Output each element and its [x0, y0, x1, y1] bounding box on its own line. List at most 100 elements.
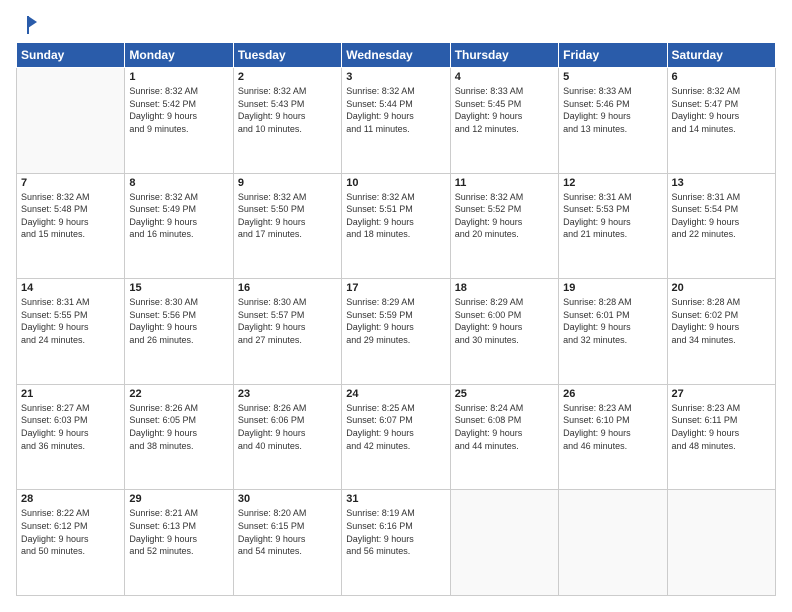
cell-content: Sunrise: 8:28 AMSunset: 6:01 PMDaylight:… — [563, 296, 662, 346]
cell-content: Sunrise: 8:30 AMSunset: 5:56 PMDaylight:… — [129, 296, 228, 346]
cell-content: Sunrise: 8:23 AMSunset: 6:10 PMDaylight:… — [563, 402, 662, 452]
day-number: 13 — [672, 177, 771, 189]
cell-content: Sunrise: 8:33 AMSunset: 5:45 PMDaylight:… — [455, 85, 554, 135]
header — [16, 16, 776, 32]
cell-content: Sunrise: 8:21 AMSunset: 6:13 PMDaylight:… — [129, 507, 228, 557]
cell-content: Sunrise: 8:23 AMSunset: 6:11 PMDaylight:… — [672, 402, 771, 452]
cell-content: Sunrise: 8:31 AMSunset: 5:54 PMDaylight:… — [672, 191, 771, 241]
calendar-cell: 26 Sunrise: 8:23 AMSunset: 6:10 PMDayligh… — [559, 384, 667, 490]
calendar-header-thursday: Thursday — [450, 43, 558, 68]
cell-content: Sunrise: 8:32 AMSunset: 5:52 PMDaylight:… — [455, 191, 554, 241]
cell-content: Sunrise: 8:27 AMSunset: 6:03 PMDaylight:… — [21, 402, 120, 452]
calendar-cell: 25 Sunrise: 8:24 AMSunset: 6:08 PMDayligh… — [450, 384, 558, 490]
cell-content: Sunrise: 8:32 AMSunset: 5:51 PMDaylight:… — [346, 191, 445, 241]
calendar-week-row: 21 Sunrise: 8:27 AMSunset: 6:03 PMDayligh… — [17, 384, 776, 490]
cell-content: Sunrise: 8:19 AMSunset: 6:16 PMDaylight:… — [346, 507, 445, 557]
day-number: 4 — [455, 71, 554, 83]
cell-content: Sunrise: 8:24 AMSunset: 6:08 PMDaylight:… — [455, 402, 554, 452]
day-number: 10 — [346, 177, 445, 189]
day-number: 23 — [238, 388, 337, 400]
day-number: 8 — [129, 177, 228, 189]
day-number: 29 — [129, 493, 228, 505]
cell-content: Sunrise: 8:32 AMSunset: 5:47 PMDaylight:… — [672, 85, 771, 135]
calendar-cell: 27 Sunrise: 8:23 AMSunset: 6:11 PMDayligh… — [667, 384, 775, 490]
day-number: 24 — [346, 388, 445, 400]
calendar-cell: 4 Sunrise: 8:33 AMSunset: 5:45 PMDaylight… — [450, 68, 558, 174]
day-number: 18 — [455, 282, 554, 294]
calendar-cell: 12 Sunrise: 8:31 AMSunset: 5:53 PMDayligh… — [559, 173, 667, 279]
calendar-cell — [17, 68, 125, 174]
calendar-header-tuesday: Tuesday — [233, 43, 341, 68]
cell-content: Sunrise: 8:33 AMSunset: 5:46 PMDaylight:… — [563, 85, 662, 135]
cell-content: Sunrise: 8:31 AMSunset: 5:55 PMDaylight:… — [21, 296, 120, 346]
cell-content: Sunrise: 8:25 AMSunset: 6:07 PMDaylight:… — [346, 402, 445, 452]
cell-content: Sunrise: 8:32 AMSunset: 5:44 PMDaylight:… — [346, 85, 445, 135]
cell-content: Sunrise: 8:32 AMSunset: 5:48 PMDaylight:… — [21, 191, 120, 241]
cell-content: Sunrise: 8:29 AMSunset: 6:00 PMDaylight:… — [455, 296, 554, 346]
day-number: 20 — [672, 282, 771, 294]
calendar-header-row: SundayMondayTuesdayWednesdayThursdayFrid… — [17, 43, 776, 68]
cell-content: Sunrise: 8:32 AMSunset: 5:43 PMDaylight:… — [238, 85, 337, 135]
calendar-cell: 16 Sunrise: 8:30 AMSunset: 5:57 PMDayligh… — [233, 279, 341, 385]
cell-content: Sunrise: 8:20 AMSunset: 6:15 PMDaylight:… — [238, 507, 337, 557]
calendar-cell — [450, 490, 558, 596]
calendar-header-monday: Monday — [125, 43, 233, 68]
calendar-cell: 20 Sunrise: 8:28 AMSunset: 6:02 PMDayligh… — [667, 279, 775, 385]
calendar-cell: 2Sunrise: 8:32 AMSunset: 5:43 PMDaylight… — [233, 68, 341, 174]
day-number: 11 — [455, 177, 554, 189]
cell-content: Sunrise: 8:22 AMSunset: 6:12 PMDaylight:… — [21, 507, 120, 557]
calendar-cell: 13 Sunrise: 8:31 AMSunset: 5:54 PMDayligh… — [667, 173, 775, 279]
day-number: 9 — [238, 177, 337, 189]
day-number: 6 — [672, 71, 771, 83]
calendar-cell: 17Sunrise: 8:29 AMSunset: 5:59 PMDayligh… — [342, 279, 450, 385]
day-number: 12 — [563, 177, 662, 189]
calendar-cell: 22 Sunrise: 8:26 AMSunset: 6:05 PMDayligh… — [125, 384, 233, 490]
calendar-cell: 24 Sunrise: 8:25 AMSunset: 6:07 PMDayligh… — [342, 384, 450, 490]
logo — [16, 16, 39, 32]
calendar-cell: 31 Sunrise: 8:19 AMSunset: 6:16 PMDayligh… — [342, 490, 450, 596]
calendar-week-row: 28 Sunrise: 8:22 AMSunset: 6:12 PMDayligh… — [17, 490, 776, 596]
day-number: 28 — [21, 493, 120, 505]
calendar-cell: 10 Sunrise: 8:32 AMSunset: 5:51 PMDayligh… — [342, 173, 450, 279]
calendar-week-row: 1 Sunrise: 8:32 AMSunset: 5:42 PMDaylight… — [17, 68, 776, 174]
calendar-cell: 30Sunrise: 8:20 AMSunset: 6:15 PMDayligh… — [233, 490, 341, 596]
day-number: 27 — [672, 388, 771, 400]
calendar-header-friday: Friday — [559, 43, 667, 68]
calendar-cell: 7 Sunrise: 8:32 AMSunset: 5:48 PMDaylight… — [17, 173, 125, 279]
day-number: 1 — [129, 71, 228, 83]
calendar-cell: 23 Sunrise: 8:26 AMSunset: 6:06 PMDayligh… — [233, 384, 341, 490]
calendar-header-sunday: Sunday — [17, 43, 125, 68]
day-number: 21 — [21, 388, 120, 400]
day-number: 15 — [129, 282, 228, 294]
day-number: 26 — [563, 388, 662, 400]
cell-content: Sunrise: 8:32 AMSunset: 5:49 PMDaylight:… — [129, 191, 228, 241]
day-number: 31 — [346, 493, 445, 505]
day-number: 7 — [21, 177, 120, 189]
calendar-cell: 15 Sunrise: 8:30 AMSunset: 5:56 PMDayligh… — [125, 279, 233, 385]
day-number: 14 — [21, 282, 120, 294]
calendar-cell: 28 Sunrise: 8:22 AMSunset: 6:12 PMDayligh… — [17, 490, 125, 596]
calendar-cell: 1 Sunrise: 8:32 AMSunset: 5:42 PMDaylight… — [125, 68, 233, 174]
day-number: 16 — [238, 282, 337, 294]
calendar-cell: 19 Sunrise: 8:28 AMSunset: 6:01 PMDayligh… — [559, 279, 667, 385]
calendar-cell: 18 Sunrise: 8:29 AMSunset: 6:00 PMDayligh… — [450, 279, 558, 385]
cell-content: Sunrise: 8:32 AMSunset: 5:42 PMDaylight:… — [129, 85, 228, 135]
cell-content: Sunrise: 8:26 AMSunset: 6:05 PMDaylight:… — [129, 402, 228, 452]
calendar-cell: 8 Sunrise: 8:32 AMSunset: 5:49 PMDaylight… — [125, 173, 233, 279]
calendar-cell — [667, 490, 775, 596]
cell-content: Sunrise: 8:28 AMSunset: 6:02 PMDaylight:… — [672, 296, 771, 346]
day-number: 22 — [129, 388, 228, 400]
day-number: 25 — [455, 388, 554, 400]
calendar-week-row: 7 Sunrise: 8:32 AMSunset: 5:48 PMDaylight… — [17, 173, 776, 279]
calendar-cell: 9Sunrise: 8:32 AMSunset: 5:50 PMDaylight… — [233, 173, 341, 279]
calendar-cell: 29 Sunrise: 8:21 AMSunset: 6:13 PMDayligh… — [125, 490, 233, 596]
cell-content: Sunrise: 8:26 AMSunset: 6:06 PMDaylight:… — [238, 402, 337, 452]
day-number: 3 — [346, 71, 445, 83]
cell-content: Sunrise: 8:30 AMSunset: 5:57 PMDaylight:… — [238, 296, 337, 346]
page: SundayMondayTuesdayWednesdayThursdayFrid… — [0, 0, 792, 612]
calendar-cell: 5Sunrise: 8:33 AMSunset: 5:46 PMDaylight… — [559, 68, 667, 174]
cell-content: Sunrise: 8:31 AMSunset: 5:53 PMDaylight:… — [563, 191, 662, 241]
day-number: 19 — [563, 282, 662, 294]
calendar-cell — [559, 490, 667, 596]
calendar-cell: 3 Sunrise: 8:32 AMSunset: 5:44 PMDaylight… — [342, 68, 450, 174]
